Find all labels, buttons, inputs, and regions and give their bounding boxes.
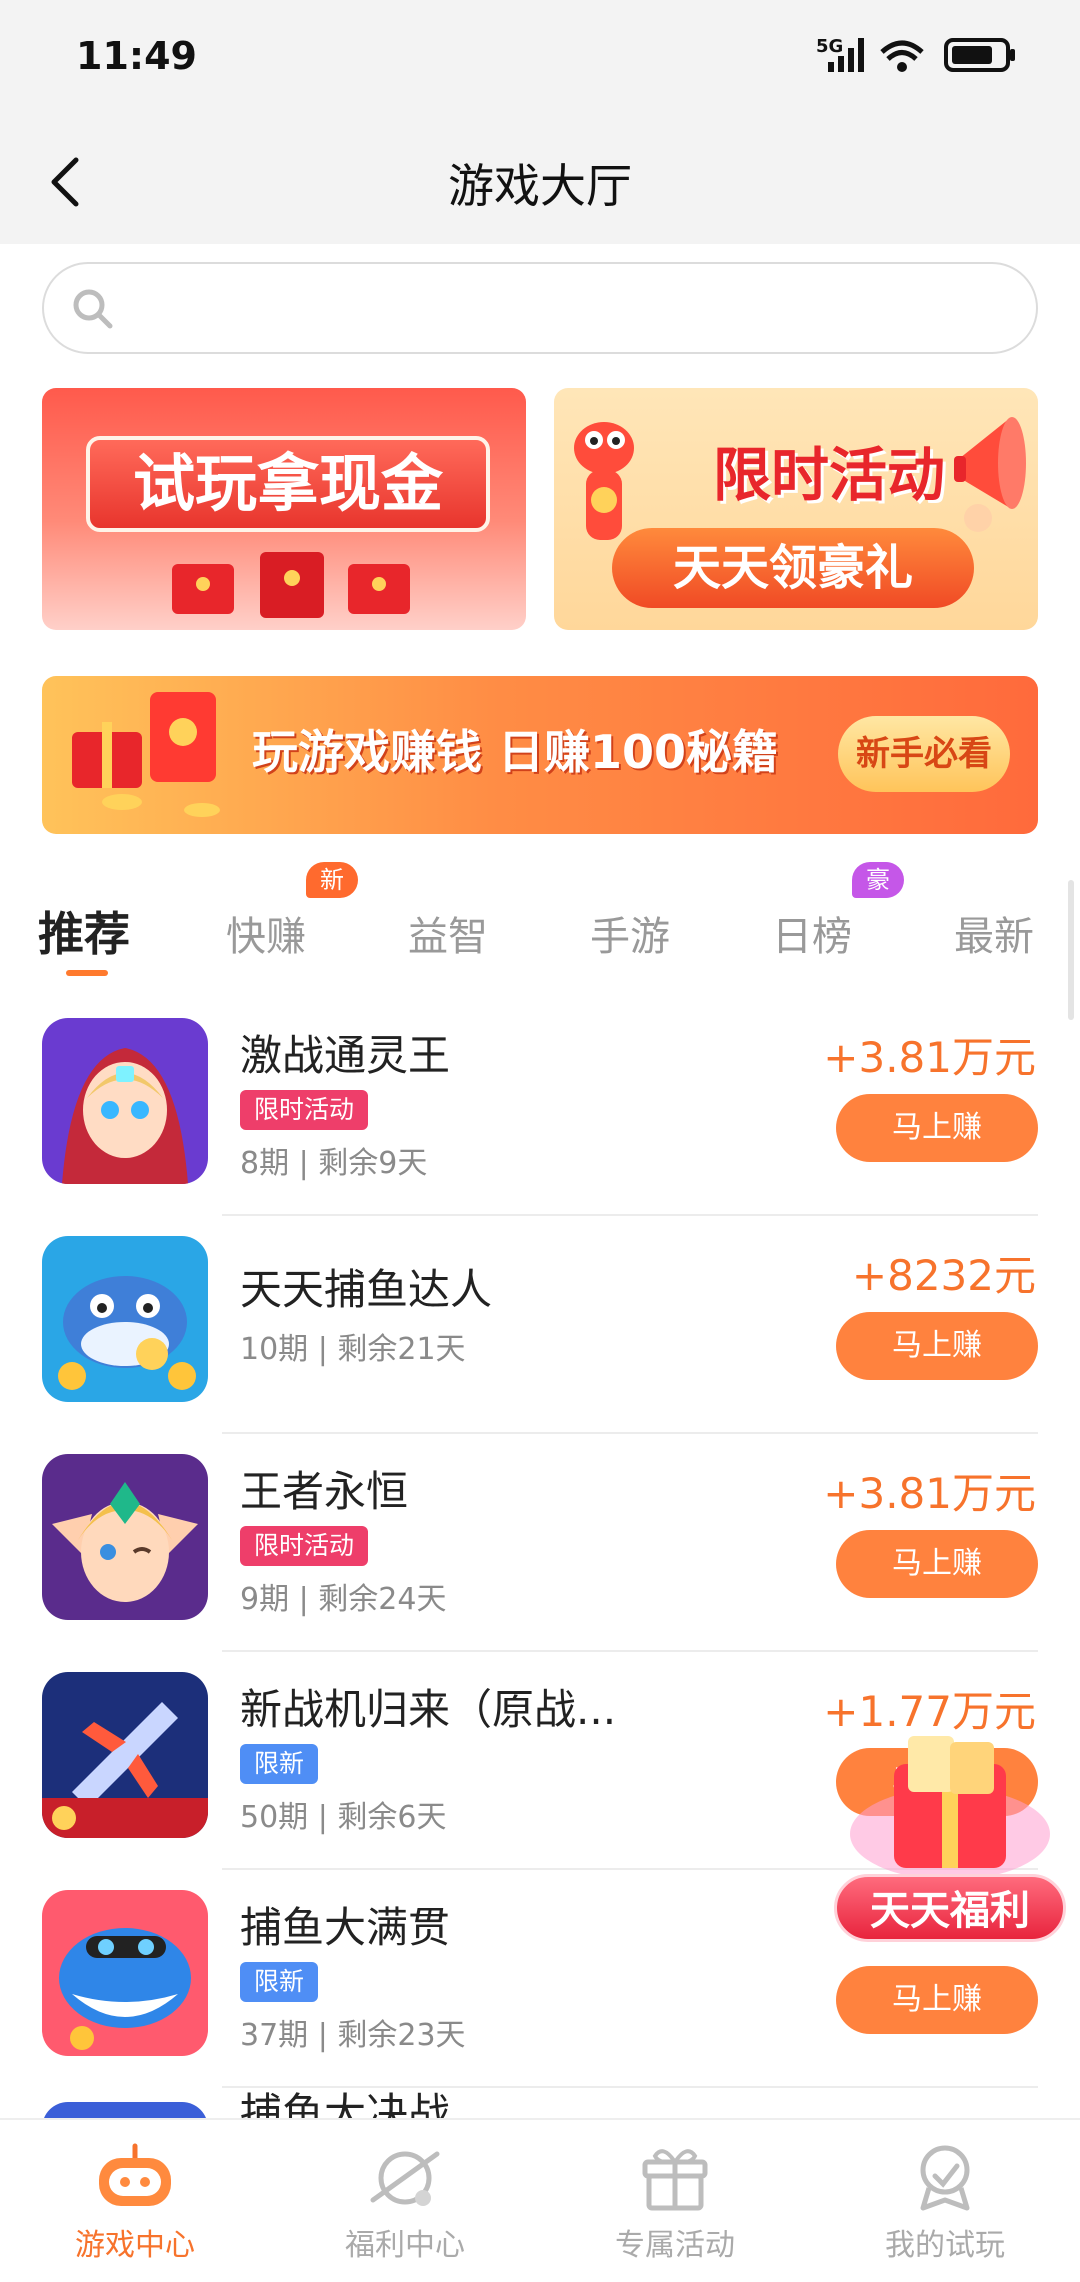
tab-daily-rank[interactable]: 日榜 豪礼	[772, 862, 904, 962]
banner-cash-trial-title: 试玩拿现金	[86, 436, 490, 532]
nav-game-center[interactable]: 游戏中心	[0, 2120, 270, 2282]
daily-welfare-float[interactable]: 天天福利	[826, 1724, 1074, 1958]
wifi-icon	[880, 40, 924, 72]
game-meta: 37期 | 剩余23天	[240, 2018, 466, 2053]
game-name: 天天捕鱼达人	[240, 1265, 493, 1314]
game-icon-elf	[42, 1454, 208, 1620]
tab-quick-earn[interactable]: 快赚 新人	[226, 862, 358, 962]
search-icon	[73, 289, 113, 329]
earn-now-button[interactable]: 马上赚	[836, 1312, 1038, 1380]
megaphone-icon	[954, 417, 1026, 532]
search-input[interactable]	[134, 278, 998, 340]
top-bar: 11:49 5G 游戏大厅	[0, 0, 1080, 244]
banner-limited-event[interactable]: 限时活动 天天领豪礼	[554, 388, 1038, 630]
game-icon-hero	[42, 1018, 208, 1184]
banner-limited-event-subtitle: 天天领豪礼	[612, 528, 974, 608]
banner-cash-trial[interactable]: 试玩拿现金	[42, 388, 526, 630]
gift-envelope-icon	[72, 692, 220, 817]
list-item[interactable]: 天天捕鱼达人 10期 | 剩余21天 +8232元 马上赚	[0, 1216, 1080, 1434]
tab-label: 快赚	[226, 914, 306, 960]
earn-now-button[interactable]: 马上赚	[836, 1966, 1038, 2034]
game-name: 激战通灵王	[240, 1031, 451, 1080]
game-name: 新战机归来（原战...	[240, 1685, 617, 1734]
game-name: 捕鱼大决战	[240, 2089, 451, 2118]
game-name: 王者永恒	[240, 1467, 409, 1516]
game-tag: 限时活动	[240, 1526, 369, 1566]
game-meta: 8期 | 剩余9天	[240, 1146, 428, 1181]
nav-label: 游戏中心	[75, 2228, 195, 2263]
game-icon-fish	[42, 1236, 208, 1402]
game-name: 捕鱼大满贯	[240, 1903, 451, 1952]
nav-exclusive-events[interactable]: 专属活动	[540, 2120, 810, 2282]
nav-my-trials[interactable]: 我的试玩	[810, 2120, 1080, 2282]
gamepad-icon	[99, 2143, 171, 2206]
nav-label: 福利中心	[345, 2228, 465, 2263]
game-reward: +8232元	[851, 1251, 1036, 1300]
gift-box-icon	[850, 1736, 1050, 1880]
list-item[interactable]: 王者永恒 限时活动 9期 | 剩余24天 +3.81万元 马上赚	[0, 1434, 1080, 1652]
battery-icon	[944, 38, 1015, 72]
network-label: 5G	[816, 36, 843, 57]
game-tag: 限新	[240, 1744, 319, 1784]
nav-label: 我的试玩	[885, 2228, 1005, 2263]
banner-earn-guide-text: 玩游戏赚钱 日赚100秘籍	[252, 725, 779, 779]
red-envelope-icon	[172, 552, 410, 618]
list-item[interactable]: 激战通灵王 限时活动 8期 | 剩余9天 +3.81万元 马上赚	[0, 998, 1080, 1216]
tab-newest[interactable]: 最新	[954, 904, 1034, 962]
list-item-partial[interactable]: 捕鱼大决战	[0, 2088, 1080, 2118]
tab-mobile-games[interactable]: 手游	[590, 904, 670, 962]
bottom-nav: 游戏中心 福利中心 专属活动 我的试玩	[0, 2118, 1080, 2282]
nav-label: 专属活动	[615, 2228, 735, 2263]
page-title: 游戏大厅	[448, 159, 632, 213]
status-time: 11:49	[76, 34, 197, 78]
gift-icon	[642, 2149, 708, 2211]
tab-puzzle[interactable]: 益智	[408, 904, 488, 962]
nav-welfare-center[interactable]: 福利中心	[270, 2120, 540, 2282]
status-icons: 5G	[816, 36, 1015, 72]
game-meta: 9期 | 剩余24天	[240, 1582, 447, 1617]
tab-active-indicator	[66, 970, 108, 976]
tab-badge-new: 新人	[306, 862, 358, 930]
earn-now-button[interactable]: 马上赚	[836, 1094, 1038, 1162]
game-reward: +3.81万元	[823, 1033, 1036, 1082]
newbie-guide-button[interactable]: 新手必看	[838, 716, 1010, 792]
game-meta: 10期 | 剩余21天	[240, 1332, 466, 1367]
medal-icon	[920, 2145, 970, 2211]
tab-recommend[interactable]: 推荐	[38, 898, 130, 964]
planet-icon	[370, 2151, 440, 2206]
search-bar[interactable]	[42, 262, 1038, 354]
daily-welfare-label: 天天福利	[834, 1874, 1066, 1942]
game-tag: 限时活动	[240, 1090, 369, 1130]
category-tabs: 推荐 快赚 新人 益智 手游 日榜 豪礼 最新	[0, 862, 1080, 980]
game-reward: +3.81万元	[823, 1469, 1036, 1518]
game-icon-shark	[42, 1890, 208, 2056]
tab-label: 日榜	[772, 914, 852, 960]
game-icon-partial	[42, 2102, 208, 2118]
banner-earn-guide[interactable]: 玩游戏赚钱 日赚100秘籍 新手必看	[42, 676, 1038, 834]
game-tag: 限新	[240, 1962, 319, 2002]
game-meta: 50期 | 剩余6天	[240, 1800, 447, 1835]
tab-badge-gift: 豪礼	[852, 862, 904, 930]
game-icon-fighter-jet	[42, 1672, 208, 1838]
earn-now-button[interactable]: 马上赚	[836, 1530, 1038, 1598]
